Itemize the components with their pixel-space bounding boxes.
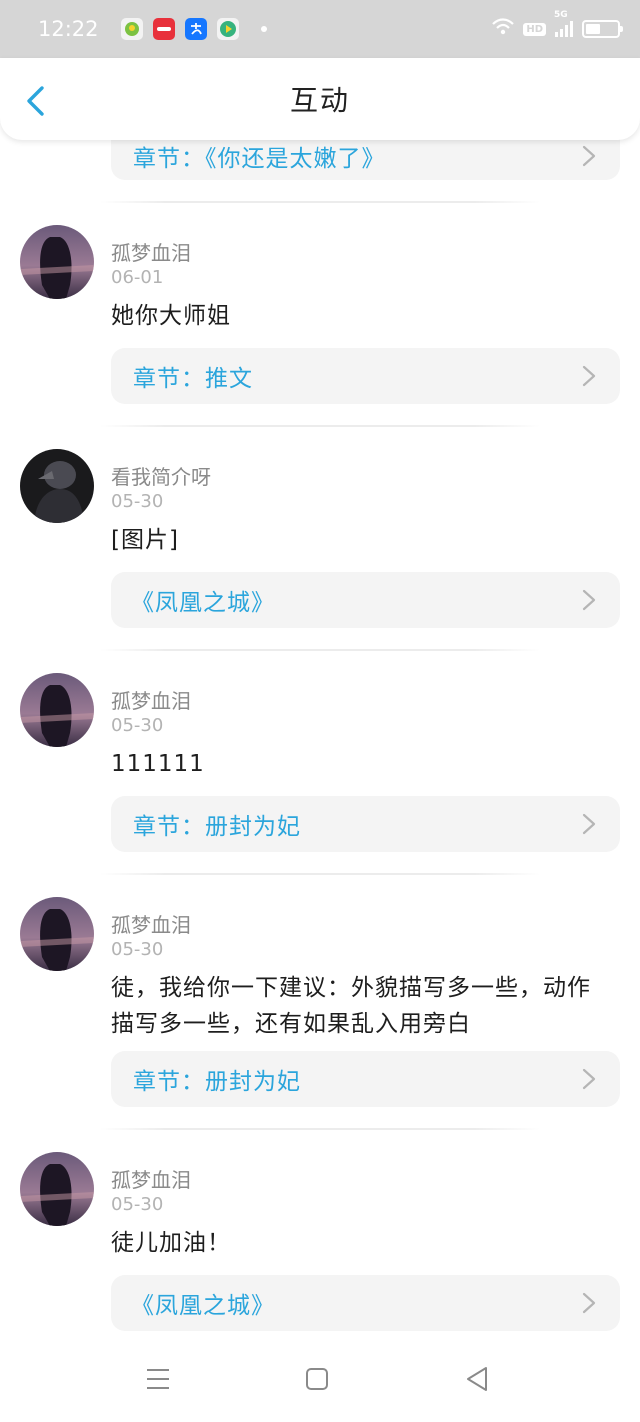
chapter-link-card[interactable]: 章节：册封为妃 xyxy=(111,796,620,852)
triangle-back-icon xyxy=(467,1367,487,1391)
app-icon-green xyxy=(120,18,143,40)
avatar[interactable] xyxy=(20,673,94,747)
username[interactable]: 看我简介呀 xyxy=(111,461,211,490)
back-button[interactable] xyxy=(20,84,50,118)
back-nav-button[interactable] xyxy=(462,1364,492,1394)
chapter-link-text: 章节：推文 xyxy=(133,366,253,392)
chapter-link-text: 章节：册封为妃 xyxy=(133,814,301,840)
avatar[interactable] xyxy=(20,1152,94,1226)
chapter-link-card[interactable]: 章节：册封为妃 xyxy=(111,1051,620,1107)
avatar[interactable] xyxy=(20,897,94,971)
wifi-icon xyxy=(491,18,515,40)
comment-text: [图片] xyxy=(111,527,179,553)
page-title: 互动 xyxy=(289,84,350,117)
comment-text: 111111 xyxy=(111,751,205,777)
comment-date: 05-30 xyxy=(111,491,164,512)
interaction-feed[interactable]: 章节：《你还是太嫩了》 孤梦血泪 06-01 她你大师姐 章节：推文 看我简介呀… xyxy=(0,0,640,1340)
signal-icon: 5G xyxy=(554,10,574,38)
comment-text: 徒，我给你一下建议：外貌描写多一些，动作描写多一些，还有如果乱入用旁白 xyxy=(111,975,591,1037)
menu-icon xyxy=(147,1369,169,1389)
more-notifications-dot xyxy=(260,26,267,32)
app-icon-red xyxy=(152,18,175,40)
divider xyxy=(100,425,540,427)
hd-badge: HD xyxy=(523,22,546,36)
chevron-right-icon xyxy=(582,364,598,388)
chevron-right-icon xyxy=(582,1067,598,1091)
avatar[interactable] xyxy=(20,449,94,523)
system-indicators: HD 5G xyxy=(491,10,623,40)
network-type: 5G xyxy=(554,10,568,20)
chevron-right-icon xyxy=(582,588,598,612)
status-time: 12:22 xyxy=(38,17,99,41)
status-bar: 12:22 HD 5G xyxy=(0,0,640,58)
page-header: 互动 xyxy=(0,58,640,140)
menu-button[interactable] xyxy=(143,1364,173,1394)
comment-text: 徒儿加油！ xyxy=(111,1230,231,1256)
chevron-left-icon xyxy=(27,86,44,116)
divider xyxy=(100,873,540,875)
comment-date: 06-01 xyxy=(111,267,164,288)
book-link-text: 《凤凰之城》 xyxy=(131,1293,275,1319)
comment-date: 05-30 xyxy=(111,1194,164,1215)
username[interactable]: 孤梦血泪 xyxy=(111,685,191,714)
divider xyxy=(100,649,540,651)
notification-icons xyxy=(120,18,267,40)
comment-date: 05-30 xyxy=(111,939,164,960)
square-home-icon xyxy=(306,1368,328,1390)
avatar[interactable] xyxy=(20,225,94,299)
home-button[interactable] xyxy=(302,1364,332,1394)
chapter-link-text: 章节：册封为妃 xyxy=(133,1069,301,1095)
book-link-card[interactable]: 《凤凰之城》 xyxy=(111,572,620,628)
chevron-right-icon xyxy=(582,144,598,168)
username[interactable]: 孤梦血泪 xyxy=(111,1164,191,1193)
comment-text: 她你大师姐 xyxy=(111,303,231,329)
comment-date: 05-30 xyxy=(111,715,164,736)
divider xyxy=(100,1128,540,1130)
book-link-text: 《凤凰之城》 xyxy=(131,590,275,616)
chevron-right-icon xyxy=(582,812,598,836)
chevron-right-icon xyxy=(582,1291,598,1315)
video-app-icon xyxy=(216,18,239,40)
system-nav-bar xyxy=(0,1340,640,1422)
book-link-card[interactable]: 《凤凰之城》 xyxy=(111,1275,620,1331)
alipay-icon xyxy=(184,18,207,40)
battery-icon xyxy=(582,20,623,38)
username[interactable]: 孤梦血泪 xyxy=(111,909,191,938)
chapter-link-text: 章节：《你还是太嫩了》 xyxy=(133,146,386,172)
chapter-link-card[interactable]: 章节：推文 xyxy=(111,348,620,404)
divider xyxy=(100,201,540,203)
username[interactable]: 孤梦血泪 xyxy=(111,237,191,266)
